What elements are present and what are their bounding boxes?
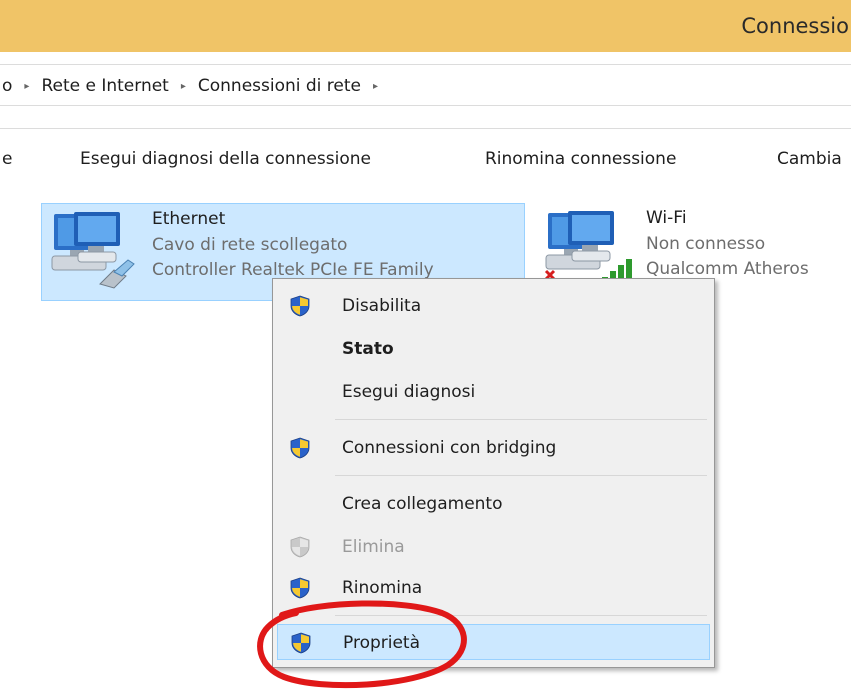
menu-separator [335, 475, 707, 476]
diagnose-connection-button[interactable]: Esegui diagnosi della connessione [80, 149, 371, 169]
rename-connection-button[interactable]: Rinomina connessione [485, 149, 676, 169]
menu-item-proprieta[interactable]: Proprietà [277, 624, 710, 660]
connection-device: Qualcomm Atheros [646, 259, 809, 279]
menu-item-label: Crea collegamento [342, 494, 503, 514]
uac-shield-icon [290, 577, 310, 599]
menu-item-label: Disabilita [342, 296, 422, 316]
breadcrumb-chevron-icon[interactable]: ▸ [373, 81, 378, 92]
context-menu: Disabilita Stato Esegui diagnosi Conness… [272, 278, 715, 668]
menu-item-crea-collegamento[interactable]: Crea collegamento [277, 486, 710, 522]
menu-item-elimina: Elimina [277, 529, 710, 565]
wifi-adapter-icon [544, 211, 632, 285]
menu-item-rinomina[interactable]: Rinomina [277, 570, 710, 606]
address-bar[interactable]: o ▸ Rete e Internet ▸ Connessioni di ret… [0, 64, 851, 106]
menu-item-label: Elimina [342, 537, 405, 557]
command-partial[interactable]: e [2, 149, 12, 169]
menu-item-label: Connessioni con bridging [342, 438, 557, 458]
connection-name: Wi-Fi [646, 208, 687, 228]
window-title: Connessio [741, 14, 849, 38]
breadcrumb-item-parent[interactable]: o [2, 76, 12, 96]
title-bar: Connessio [0, 0, 851, 52]
uac-shield-icon [290, 437, 310, 459]
uac-shield-icon [291, 632, 311, 654]
menu-separator [335, 615, 707, 616]
connection-status: Cavo di rete scollegato [152, 235, 348, 255]
menu-item-label: Stato [342, 339, 394, 359]
menu-item-connessioni-con-bridging[interactable]: Connessioni con bridging [277, 430, 710, 466]
menu-separator [335, 419, 707, 420]
menu-item-esegui-diagnosi[interactable]: Esegui diagnosi [277, 374, 710, 410]
change-settings-button[interactable]: Cambia [777, 149, 842, 169]
breadcrumb: o ▸ Rete e Internet ▸ Connessioni di ret… [2, 76, 390, 96]
uac-shield-icon [290, 295, 310, 317]
connection-name: Ethernet [152, 209, 226, 229]
menu-item-label: Rinomina [342, 578, 423, 598]
breadcrumb-chevron-icon[interactable]: ▸ [181, 81, 186, 92]
menu-item-stato[interactable]: Stato [277, 331, 710, 367]
command-bar: e Esegui diagnosi della connessione Rino… [0, 128, 851, 186]
menu-item-label: Esegui diagnosi [342, 382, 476, 402]
breadcrumb-chevron-icon[interactable]: ▸ [24, 81, 29, 92]
menu-item-disabilita[interactable]: Disabilita [277, 288, 710, 324]
menu-item-label: Proprietà [343, 633, 421, 653]
connection-status: Non connesso [646, 234, 766, 254]
breadcrumb-item-rete-e-internet[interactable]: Rete e Internet [41, 76, 168, 96]
connection-device: Controller Realtek PCIe FE Family [152, 260, 434, 280]
ethernet-adapter-icon [51, 212, 135, 289]
uac-shield-icon [290, 536, 310, 558]
breadcrumb-item-connessioni-di-rete[interactable]: Connessioni di rete [198, 76, 361, 96]
